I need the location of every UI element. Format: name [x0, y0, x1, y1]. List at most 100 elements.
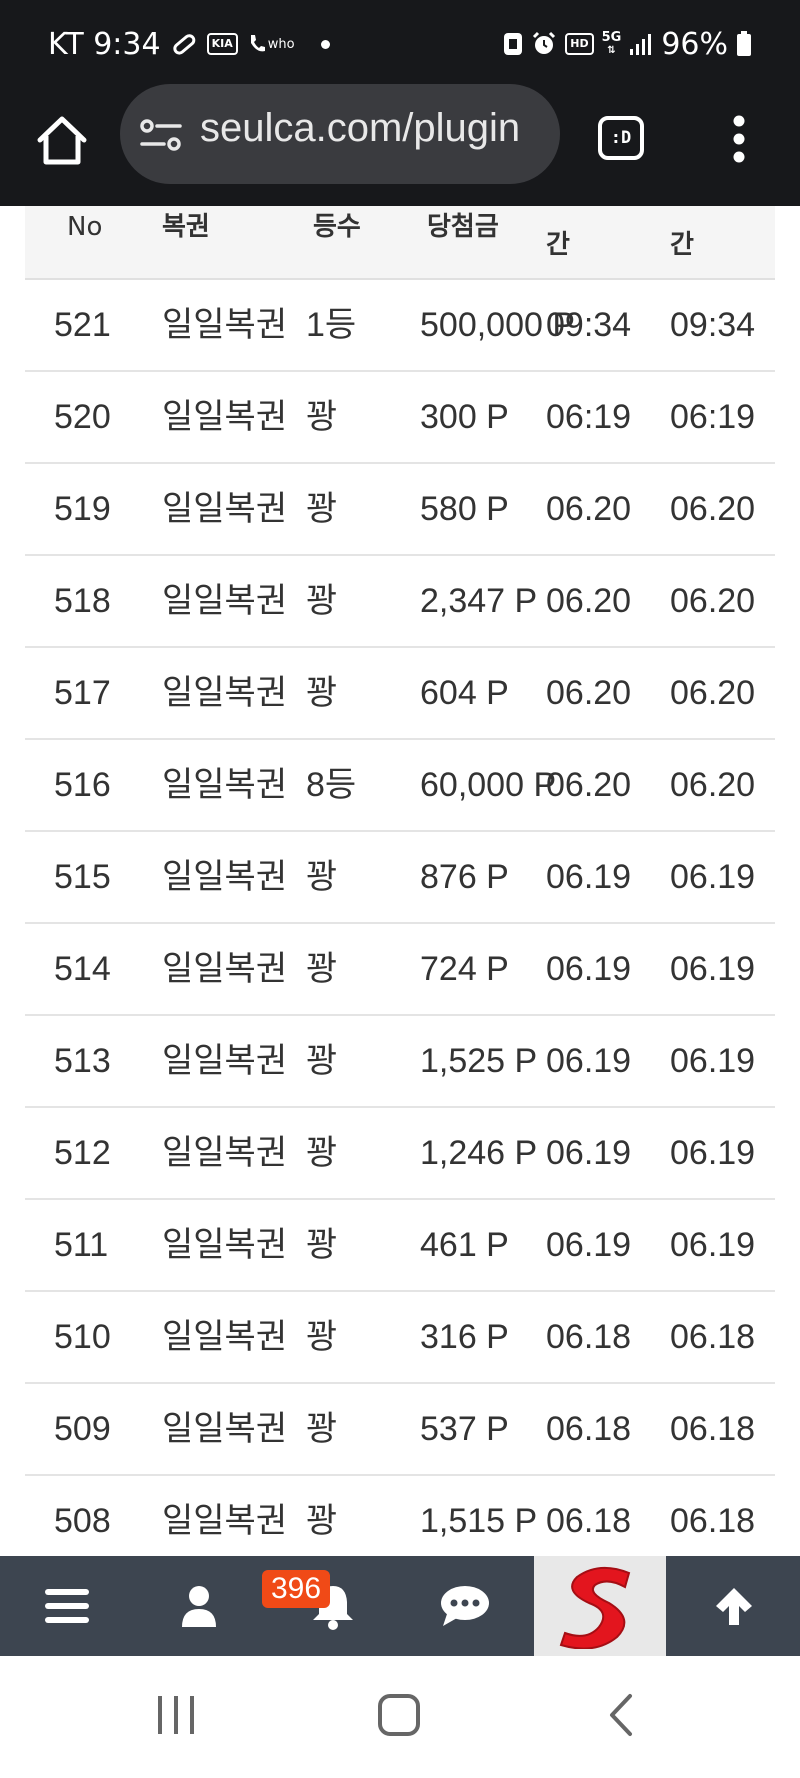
cell-no: 511	[54, 1226, 109, 1264]
cell-prize: 876 P	[420, 858, 509, 896]
header-no: No	[67, 212, 103, 242]
cell-rank: 꽝	[306, 1502, 338, 1540]
status-bar: KT 9:34 KIA who HD 5G ⇅ 96%	[0, 0, 800, 88]
cell-time2: 06.20	[670, 674, 756, 712]
cell-time1: 06.20	[546, 490, 632, 528]
cell-prize: 1,246 P	[420, 1134, 538, 1172]
cell-time1: 06.18	[546, 1318, 632, 1356]
cell-time2: 06.20	[670, 490, 756, 528]
cell-lottery: 일일복권	[162, 950, 288, 988]
cell-no: 509	[54, 1410, 111, 1448]
cell-rank: 꽝	[306, 1226, 338, 1264]
table-row: 521 일일복권 1등 500,000 P 09:34 09:34	[25, 280, 775, 372]
cell-prize: 60,000 P	[420, 766, 557, 804]
cell-time2: 06:19	[670, 398, 756, 436]
more-vert-icon	[733, 115, 745, 163]
notification-count-badge: 396	[262, 1570, 331, 1608]
table-row: 520 일일복권 꽝 300 P 06:19 06:19	[25, 372, 775, 464]
table-row: 508 일일복권 꽝 1,515 P 06.18 06.18	[25, 1476, 775, 1568]
link-icon	[171, 31, 197, 57]
cell-time1: 06.18	[546, 1502, 632, 1540]
alarm-icon	[531, 31, 557, 57]
table-row: 512 일일복권 꽝 1,246 P 06.19 06.19	[25, 1108, 775, 1200]
home-button[interactable]	[34, 112, 90, 168]
cell-prize: 1,525 P	[420, 1042, 538, 1080]
cell-lottery: 일일복권	[162, 1134, 288, 1172]
table-row: 513 일일복권 꽝 1,525 P 06.19 06.19	[25, 1016, 775, 1108]
tab-switcher-label: :D	[610, 128, 632, 148]
chat-bubble-icon	[441, 1586, 489, 1626]
phone-who-icon: who	[248, 33, 295, 55]
cell-time1: 06.19	[546, 858, 632, 896]
home-nav-button[interactable]	[374, 1690, 424, 1740]
table-row: 519 일일복권 꽝 580 P 06.20 06.20	[25, 464, 775, 556]
cell-prize: 604 P	[420, 674, 509, 712]
arrow-up-icon	[716, 1588, 752, 1625]
status-left: KT 9:34 KIA who	[48, 26, 330, 62]
cell-prize: 724 P	[420, 950, 509, 988]
cell-time1: 06.19	[546, 1226, 632, 1264]
cell-no: 520	[54, 398, 111, 436]
header-rank: 등수	[313, 212, 361, 242]
cell-lottery: 일일복권	[162, 1042, 288, 1080]
cell-time1: 06.20	[546, 674, 632, 712]
cell-time1: 06.19	[546, 1042, 632, 1080]
cell-prize: 2,347 P	[420, 582, 538, 620]
cell-rank: 꽝	[306, 582, 338, 620]
url-text: seulca.com/plugin	[200, 106, 521, 150]
more-menu-button[interactable]	[732, 114, 746, 164]
cell-time2: 06.19	[670, 1226, 756, 1264]
cell-no: 513	[54, 1042, 111, 1080]
cell-rank: 꽝	[306, 1410, 338, 1448]
cell-lottery: 일일복권	[162, 490, 288, 528]
cell-rank: 꽝	[306, 1042, 338, 1080]
battery-icon	[736, 31, 752, 57]
header-prize: 당첨금	[427, 212, 499, 242]
cell-no: 508	[54, 1502, 111, 1540]
lottery-history-table: No 복권 등수 당첨금 간 간 521 일일복권 1등 500,000 P 09:34…	[25, 206, 775, 1568]
back-button[interactable]	[600, 1690, 640, 1740]
cell-time1: 06.20	[546, 766, 632, 804]
browser-toolbar: seulca.com/plugin :D	[0, 84, 800, 206]
notification-dot-icon	[320, 39, 330, 49]
cell-prize: 580 P	[420, 490, 509, 528]
chat-button[interactable]	[418, 1556, 512, 1656]
cell-rank: 꽝	[306, 674, 338, 712]
signal-icon	[629, 32, 653, 56]
cell-no: 517	[54, 674, 111, 712]
battery-percent: 96%	[661, 26, 728, 62]
table-row: 517 일일복권 꽝 604 P 06.20 06.20	[25, 648, 775, 740]
cell-no: 521	[54, 306, 111, 344]
table-row: 510 일일복권 꽝 316 P 06.18 06.18	[25, 1292, 775, 1384]
header-time2-bottom: 간	[670, 230, 694, 260]
recents-icon	[158, 1696, 194, 1734]
table-row: 514 일일복권 꽝 724 P 06.19 06.19	[25, 924, 775, 1016]
cell-time1: 06.18	[546, 1410, 632, 1448]
cell-lottery: 일일복권	[162, 1502, 288, 1540]
cell-prize: 300 P	[420, 398, 509, 436]
header-lottery: 복권	[162, 212, 210, 242]
user-icon	[182, 1586, 216, 1627]
address-bar[interactable]: seulca.com/plugin	[120, 84, 560, 184]
cell-time2: 06.19	[670, 858, 756, 896]
cell-lottery: 일일복권	[162, 1226, 288, 1264]
tab-switcher-button[interactable]: :D	[598, 116, 644, 160]
site-settings-icon[interactable]	[140, 117, 182, 153]
cell-rank: 꽝	[306, 1318, 338, 1356]
site-logo-button[interactable]: S	[534, 1556, 666, 1656]
cell-no: 514	[54, 950, 111, 988]
menu-button[interactable]	[20, 1556, 114, 1656]
cell-time1: 06:19	[546, 398, 632, 436]
profile-button[interactable]	[152, 1556, 246, 1656]
cell-rank: 꽝	[306, 858, 338, 896]
cell-time2: 06.20	[670, 582, 756, 620]
table-header: No 복권 등수 당첨금 간 간	[25, 206, 775, 280]
scroll-top-button[interactable]	[684, 1556, 784, 1656]
cell-rank: 꽝	[306, 398, 338, 436]
cell-no: 518	[54, 582, 111, 620]
home-icon	[37, 116, 87, 165]
recent-apps-button[interactable]	[146, 1690, 206, 1740]
cell-lottery: 일일복권	[162, 1318, 288, 1356]
header-time1-bottom: 간	[546, 230, 570, 260]
cell-no: 510	[54, 1318, 111, 1356]
